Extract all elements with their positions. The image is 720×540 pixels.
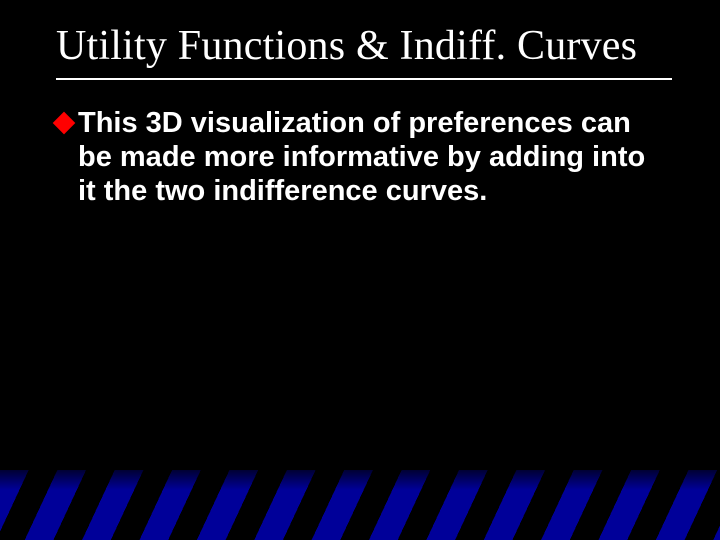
slide-body: This 3D visualization of preferences can… [56,106,660,209]
bullet-item: This 3D visualization of preferences can… [56,106,660,209]
slide-title: Utility Functions & Indiff. Curves [56,22,680,70]
slide: Utility Functions & Indiff. Curves This … [0,0,720,540]
diamond-bullet-icon [53,112,76,135]
bullet-text: This 3D visualization of preferences can… [78,106,660,209]
footer-fade-overlay [0,460,720,490]
title-underline [56,78,672,80]
